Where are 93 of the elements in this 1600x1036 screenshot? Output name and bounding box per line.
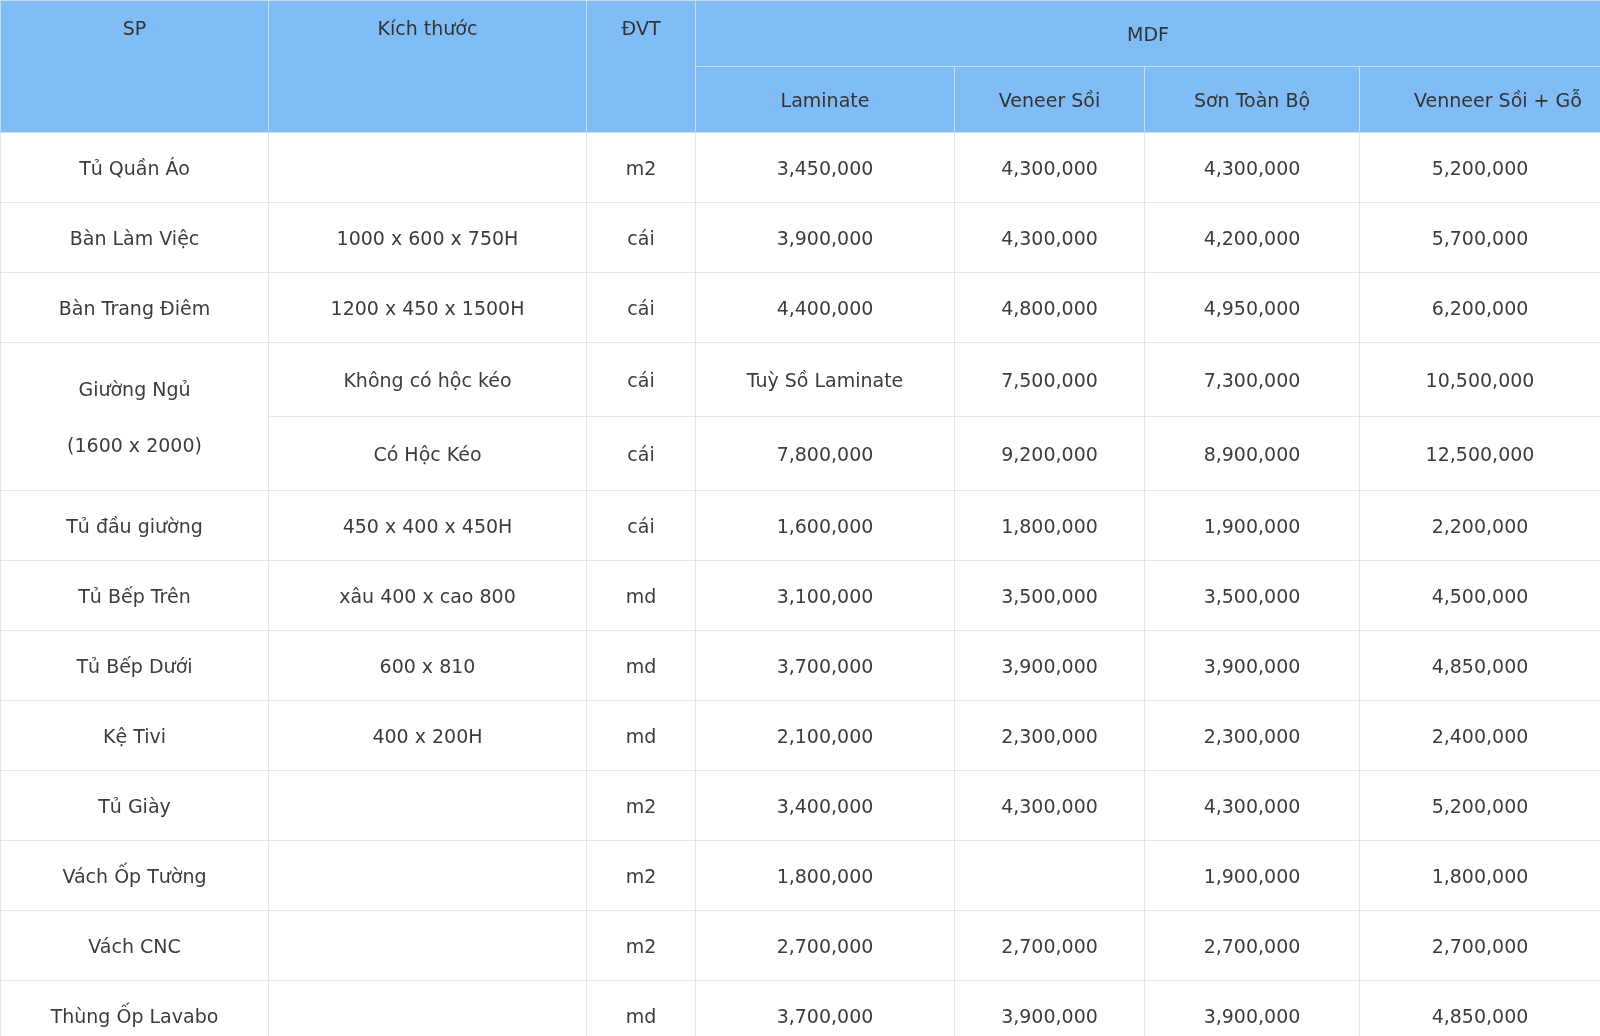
- price-text: 4,300,000: [1001, 156, 1098, 179]
- column-header: ĐVT: [621, 17, 661, 39]
- column-header: SP: [122, 17, 147, 39]
- unit-text: m2: [625, 934, 657, 957]
- unit-text: cái: [627, 514, 655, 537]
- price-text: 3,500,000: [1203, 584, 1301, 607]
- price-text: 1,800,000: [776, 864, 874, 887]
- price-text: 7,500,000: [1001, 368, 1098, 391]
- product-note: (1600 x 2000): [66, 433, 203, 456]
- price-text: 4,800,000: [1001, 296, 1098, 319]
- price-text: 5,200,000: [1431, 156, 1529, 179]
- price-text: 5,200,000: [1431, 794, 1529, 817]
- price-text: 2,300,000: [1001, 724, 1098, 747]
- size-text: 1200 x 450 x 1500H: [330, 296, 525, 319]
- unit-text: cái: [627, 226, 655, 249]
- price-text: 6,200,000: [1431, 296, 1529, 319]
- unit-text: md: [625, 724, 657, 747]
- price-text: 4,400,000: [776, 296, 874, 319]
- price-text: 3,900,000: [1001, 654, 1098, 677]
- product-name: Bàn Trang Điêm: [58, 296, 211, 319]
- price-text: 1,800,000: [1431, 864, 1529, 887]
- price-text: 3,700,000: [776, 1004, 874, 1027]
- product-name: Kệ Tivi: [103, 724, 166, 747]
- size-text: 450 x 400 x 450H: [342, 514, 513, 537]
- price-text: 3,900,000: [1203, 1004, 1301, 1027]
- size-text: 400 x 200H: [372, 724, 483, 747]
- unit-text: md: [625, 584, 657, 607]
- size-text: 600 x 810: [379, 654, 476, 677]
- price-text: 4,300,000: [1203, 794, 1301, 817]
- product-name: Tủ đầu giường: [66, 514, 203, 537]
- price-text: 4,300,000: [1001, 794, 1098, 817]
- price-text: 1,900,000: [1203, 864, 1301, 887]
- price-text: 3,700,000: [776, 654, 874, 677]
- price-text: 2,300,000: [1203, 724, 1301, 747]
- price-text: 3,900,000: [1203, 654, 1301, 677]
- price-text: 4,950,000: [1203, 296, 1301, 319]
- price-text: 4,850,000: [1431, 1004, 1529, 1027]
- column-header: Veneer Sồi: [998, 88, 1101, 111]
- price-text: 1,800,000: [1001, 514, 1098, 537]
- unit-text: md: [625, 654, 657, 677]
- price-text: 9,200,000: [1001, 442, 1098, 465]
- product-name: Vách CNC: [88, 934, 181, 957]
- unit-text: cái: [627, 442, 655, 465]
- price-text: 8,900,000: [1203, 442, 1301, 465]
- column-header: Kích thước: [377, 17, 478, 39]
- price-text: 5,700,000: [1431, 226, 1529, 249]
- price-text: 2,100,000: [776, 724, 874, 747]
- price-text: 2,200,000: [1431, 514, 1529, 537]
- price-text: 7,800,000: [776, 442, 874, 465]
- size-text: Không có hộc kéo: [343, 368, 512, 391]
- price-text: 3,450,000: [776, 156, 874, 179]
- price-text: 4,300,000: [1203, 156, 1301, 179]
- price-text: 1,900,000: [1203, 514, 1301, 537]
- product-name: Vách Ốp Tường: [62, 864, 207, 887]
- size-text: xâu 400 x cao 800: [339, 584, 516, 607]
- price-text: 4,500,000: [1431, 584, 1529, 607]
- price-text: 3,900,000: [776, 226, 874, 249]
- size-text: Có Hộc Kéo: [373, 442, 482, 465]
- price-text: 2,400,000: [1431, 724, 1529, 747]
- price-text: 4,850,000: [1431, 654, 1529, 677]
- price-text: 2,700,000: [1203, 934, 1301, 957]
- product-name: Giường Ngủ: [78, 377, 191, 400]
- unit-text: cái: [627, 368, 655, 391]
- product-name: Tủ Bếp Trên: [78, 584, 191, 607]
- unit-text: m2: [625, 864, 657, 887]
- unit-text: md: [625, 1004, 657, 1027]
- price-text: 10,500,000: [1425, 368, 1535, 391]
- price-text: 7,300,000: [1203, 368, 1301, 391]
- price-text: Tuỳ Sồ Laminate: [746, 368, 904, 391]
- product-name: Bàn Làm Việc: [69, 226, 200, 249]
- price-text: 4,200,000: [1203, 226, 1301, 249]
- column-header: Laminate: [780, 88, 870, 111]
- price-text: 2,700,000: [1431, 934, 1529, 957]
- product-name: Tủ Giày: [98, 794, 171, 817]
- price-text: 4,300,000: [1001, 226, 1098, 249]
- column-header: Sơn Toàn Bộ: [1193, 88, 1311, 111]
- price-text: 3,100,000: [776, 584, 874, 607]
- product-name: Tủ Quần Áo: [79, 156, 190, 179]
- unit-text: cái: [627, 296, 655, 319]
- column-header: Venneer Sồi + Gỗ: [1414, 88, 1582, 111]
- price-text: 3,500,000: [1001, 584, 1098, 607]
- price-text: 3,900,000: [1001, 1004, 1098, 1027]
- size-text: 1000 x 600 x 750H: [336, 226, 519, 249]
- unit-text: m2: [625, 156, 657, 179]
- price-text: 1,600,000: [776, 514, 874, 537]
- price-text: 3,400,000: [776, 794, 874, 817]
- column-header: MDF: [1127, 22, 1169, 45]
- price-text: 2,700,000: [1001, 934, 1098, 957]
- price-text: 12,500,000: [1425, 442, 1535, 465]
- product-name: Tủ Bếp Dưới: [76, 654, 193, 677]
- product-name: Thùng Ốp Lavabo: [50, 1004, 219, 1027]
- price-text: 2,700,000: [776, 934, 874, 957]
- unit-text: m2: [625, 794, 657, 817]
